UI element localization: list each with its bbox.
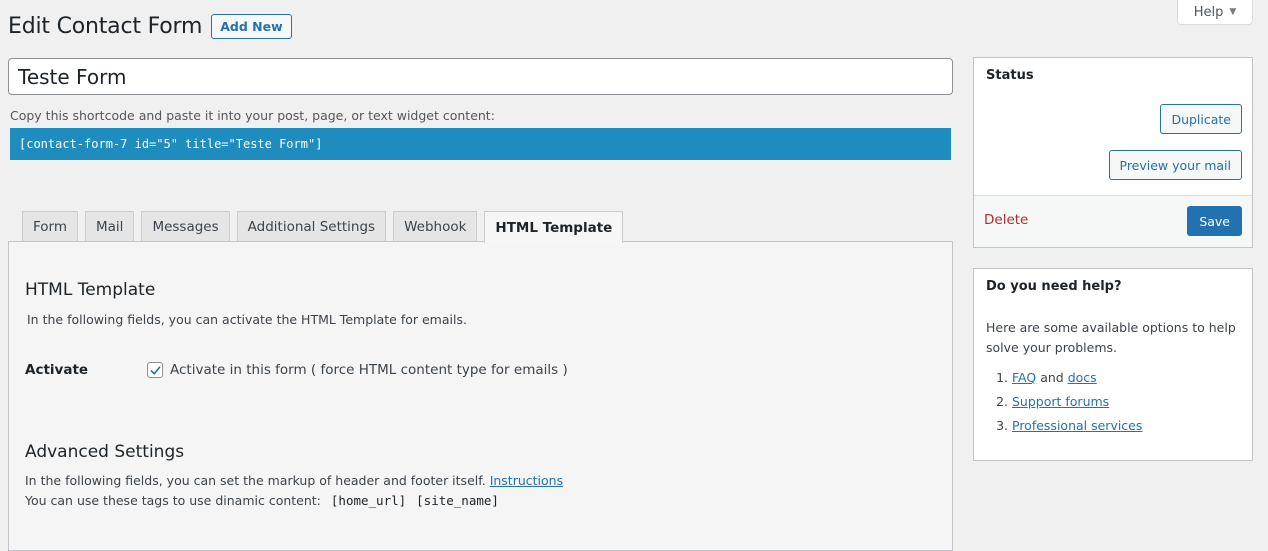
page-title: Edit Contact Form [8,14,203,39]
support-forums-link[interactable]: Support forums [1012,394,1109,409]
help-tab-button[interactable]: Help ▼ [1177,0,1253,25]
save-button[interactable]: Save [1187,206,1242,236]
duplicate-button[interactable]: Duplicate [1160,104,1242,134]
help-box: Do you need help? Here are some availabl… [973,268,1253,461]
activate-control: Activate in this form ( force HTML conte… [147,362,568,378]
shortcode-field[interactable]: [contact-form-7 id="5" title="Teste Form… [10,128,951,160]
status-box-title: Status [986,68,1034,83]
tag-home-url: [home_url] [330,493,407,508]
help-list-item: Support forums [1012,392,1142,416]
advanced-settings-heading: Advanced Settings [25,442,185,462]
professional-services-link[interactable]: Professional services [1012,418,1142,433]
shortcode-label: Copy this shortcode and paste it into yo… [10,108,495,123]
instructions-link[interactable]: Instructions [490,473,563,488]
checkmark-icon [150,365,160,375]
delete-link[interactable]: Delete [984,212,1028,228]
tags-description: You can use these tags to use dinamic co… [25,493,499,508]
tab-form[interactable]: Form [22,211,79,242]
advanced-description: In the following fields, you can set the… [25,473,563,488]
tags-description-text: You can use these tags to use dinamic co… [25,493,321,508]
docs-link[interactable]: docs [1068,370,1097,385]
form-title-input[interactable] [8,58,953,95]
tab-mail[interactable]: Mail [85,211,135,242]
caret-down-icon: ▼ [1229,7,1237,17]
status-box: Status Duplicate Preview your mail Delet… [973,57,1253,248]
help-links-list: FAQ and docs Support forums Professional… [986,368,1142,440]
help-box-text: Here are some available options to help … [986,320,1236,355]
add-new-button[interactable]: Add New [211,14,292,39]
help-list-connector: and [1040,370,1064,385]
tab-webhook[interactable]: Webhook [393,211,478,242]
tab-additional-settings[interactable]: Additional Settings [236,211,387,242]
page-header: Edit Contact Form Add New [8,14,292,39]
tab-html-template[interactable]: HTML Template [484,211,624,243]
tab-messages[interactable]: Messages [141,211,230,242]
faq-link[interactable]: FAQ [1012,370,1036,385]
tag-site-name: [site_name] [416,493,499,508]
html-template-panel: HTML Template In the following fields, y… [8,241,953,551]
panel-heading: HTML Template [25,280,156,300]
activate-checkbox-label: Activate in this form ( force HTML conte… [170,362,568,378]
activate-label: Activate [25,362,89,378]
help-list-item: Professional services [1012,416,1142,440]
help-tab-label: Help [1193,4,1224,20]
preview-mail-button[interactable]: Preview your mail [1108,150,1242,180]
help-list-item: FAQ and docs [1012,368,1142,392]
activate-checkbox[interactable] [147,362,163,378]
editor-tabs: Form Mail Messages Additional Settings W… [22,211,624,243]
help-box-title: Do you need help? [986,279,1122,294]
advanced-description-text: In the following fields, you can set the… [25,473,486,488]
panel-description: In the following fields, you can activat… [27,312,467,327]
status-box-footer: Delete Save [974,195,1252,247]
